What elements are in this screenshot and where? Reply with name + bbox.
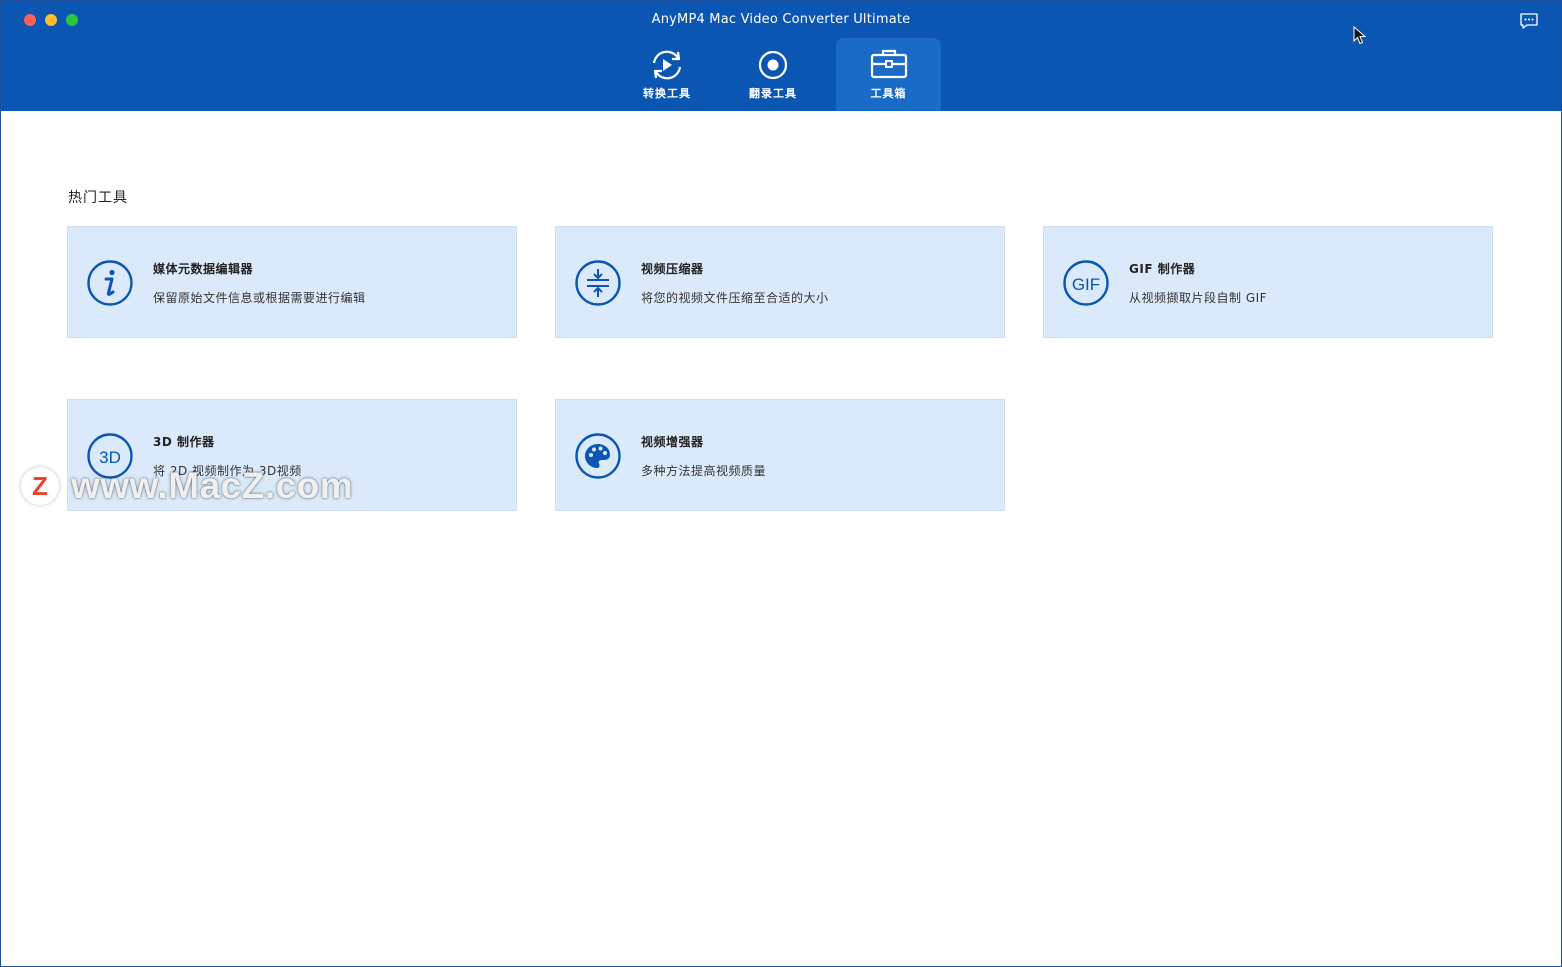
tab-toolbox[interactable]: 工具箱 [836, 38, 941, 111]
tool-card-video-compressor[interactable]: 视频压缩器 将您的视频文件压缩至合适的大小 [555, 226, 1005, 338]
tool-description: 保留原始文件信息或根据需要进行编辑 [153, 291, 366, 305]
app-window: AnyMP4 Mac Video Converter Ultimate 转换工具 [0, 0, 1562, 967]
record-icon [758, 50, 788, 80]
tool-card-gif-maker[interactable]: GIF GIF 制作器 从视频撷取片段自制 GIF [1043, 226, 1493, 338]
gif-icon-text: GIF [1072, 275, 1100, 294]
tool-title: 媒体元数据编辑器 [153, 262, 254, 276]
mouse-cursor-icon [1353, 26, 1367, 45]
watermark-logo-icon: Z [21, 467, 59, 505]
tab-label: 工具箱 [870, 87, 907, 100]
tab-converter[interactable]: 转换工具 [614, 38, 720, 111]
watermark-text: www.MacZ.com [71, 465, 354, 506]
compress-icon [575, 260, 621, 306]
tool-description: 多种方法提高视频质量 [641, 464, 767, 478]
tool-description: 从视频撷取片段自制 GIF [1129, 291, 1268, 305]
tool-title: 视频增强器 [641, 435, 704, 449]
watermark-logo-letter: Z [32, 470, 48, 501]
main-tabs: 转换工具 翻录工具 工具箱 [614, 38, 941, 111]
toolbox-icon [870, 49, 907, 79]
tab-recorder[interactable]: 翻录工具 [720, 38, 826, 111]
app-title: AnyMP4 Mac Video Converter Ultimate [651, 12, 911, 27]
tool-card-video-enhancer[interactable]: 视频增强器 多种方法提高视频质量 [555, 399, 1005, 511]
tab-label: 翻录工具 [749, 87, 797, 100]
section-title: 热门工具 [68, 190, 128, 206]
tool-description: 将您的视频文件压缩至合适的大小 [641, 291, 829, 305]
tool-title: 3D 制作器 [153, 435, 215, 449]
title-bar: AnyMP4 Mac Video Converter Ultimate 转换工具 [1, 1, 1561, 111]
tab-label: 转换工具 [643, 87, 691, 100]
convert-icon [652, 50, 682, 80]
feedback-icon[interactable] [1519, 12, 1539, 30]
info-icon [87, 260, 133, 306]
tool-title: 视频压缩器 [641, 262, 704, 276]
tool-card-metadata-editor[interactable]: 媒体元数据编辑器 保留原始文件信息或根据需要进行编辑 [67, 226, 517, 338]
watermark: Z www.MacZ.com [21, 463, 353, 509]
tool-title: GIF 制作器 [1129, 262, 1196, 276]
gif-icon: GIF [1063, 260, 1109, 306]
palette-icon [575, 433, 621, 479]
